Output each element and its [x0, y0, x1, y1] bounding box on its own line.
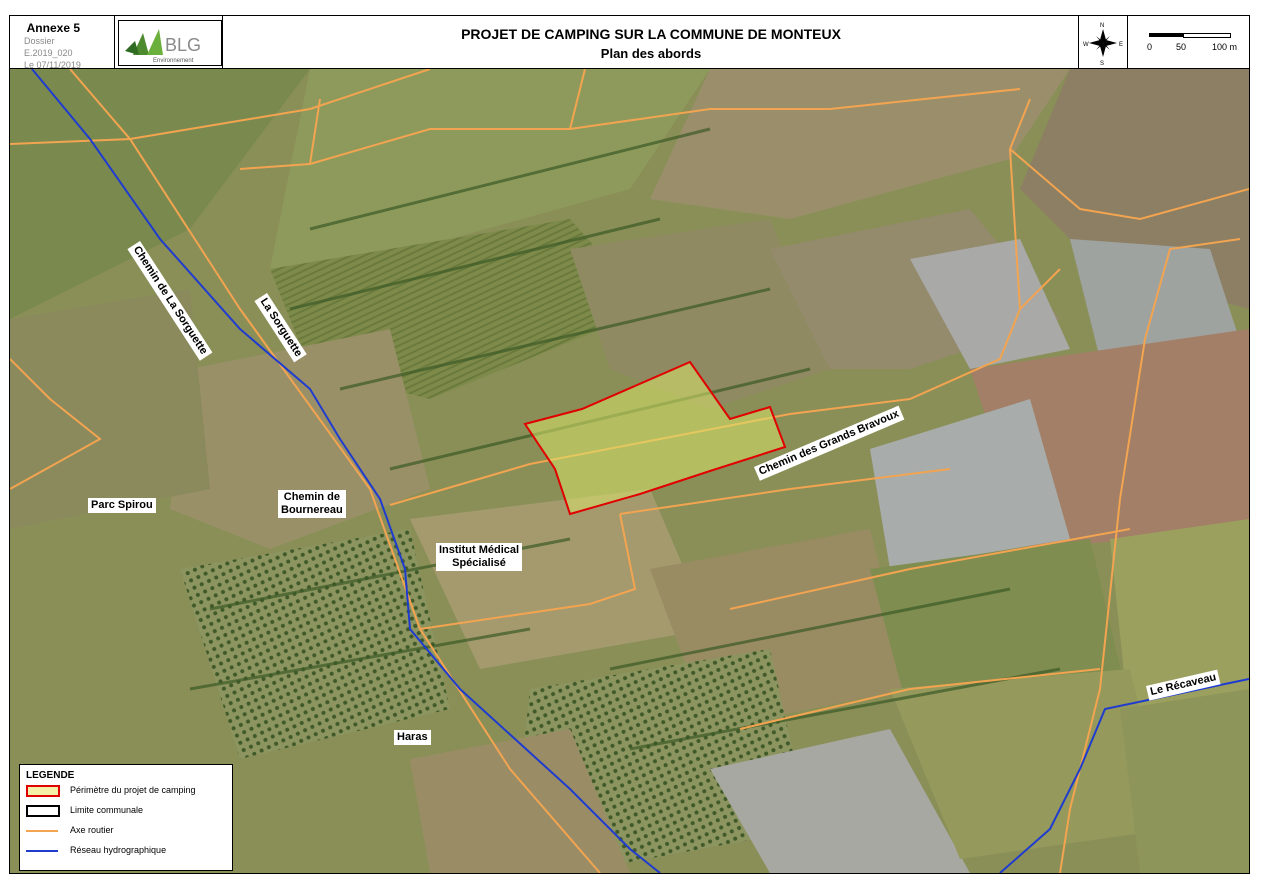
legend-water-line [26, 850, 58, 852]
svg-text:S: S [1100, 61, 1104, 67]
legend-commune-label: Limite communale [70, 805, 144, 815]
legend-road-label: Axe routier [70, 825, 114, 835]
scale-label-50: 50 [1176, 42, 1187, 52]
label-institut-line2: Spécialisé [452, 557, 506, 569]
label-institut-medical-specialise: Institut Médical Spécialisé [436, 543, 523, 571]
svg-text:W: W [1083, 42, 1089, 48]
label-bournereau-line1: Chemin de [283, 491, 340, 503]
legend-perimeter-swatch [26, 785, 60, 797]
legend-title: LEGENDE [26, 770, 75, 781]
label-chemin-de-bournereau: Chemin de Bournereau [278, 490, 346, 518]
map-legend: LEGENDE Périmètre du projet de camping L… [19, 764, 233, 871]
label-institut-line1: Institut Médical [439, 544, 520, 556]
map-subtitle: Plan des abords [600, 46, 702, 61]
blg-logo: BLG Environnement [118, 20, 222, 66]
title-block: PROJET DE CAMPING SUR LA COMMUNE DE MONT… [222, 16, 1080, 68]
logo-text: BLG [165, 35, 201, 55]
legend-road-line [26, 830, 58, 832]
annex-label: Annexe 5 [26, 21, 80, 35]
logo-subtext: Environnement [153, 58, 194, 64]
annex-box: Annexe 5 Dossier E.2019_020 Le 07/11/201… [10, 16, 115, 70]
scale-label-100: 100 m [1212, 42, 1238, 52]
aerial-map: Chemin de La Sorguette La Sorguette Chem… [10, 69, 1249, 873]
compass-rose-icon: N S W E [1078, 16, 1128, 68]
map-title: PROJET DE CAMPING SUR LA COMMUNE DE MONT… [461, 26, 841, 42]
legend-water-label: Réseau hydrographique [70, 845, 167, 855]
scale-bar: 0 50 100 m [1127, 16, 1249, 68]
legend-commune-swatch [26, 805, 60, 817]
map-canvas [10, 69, 1249, 873]
map-sheet: Annexe 5 Dossier E.2019_020 Le 07/11/201… [9, 15, 1250, 874]
legend-perimeter-label: Périmètre du projet de camping [70, 785, 196, 795]
dossier-label: Dossier E.2019_020 [24, 36, 73, 58]
scale-label-0: 0 [1147, 42, 1153, 52]
label-haras: Haras [394, 730, 431, 745]
label-bournereau-line2: Bournereau [281, 504, 343, 516]
map-header: Annexe 5 Dossier E.2019_020 Le 07/11/201… [10, 16, 1249, 70]
label-parc-spirou: Parc Spirou [88, 498, 156, 513]
svg-text:E: E [1119, 42, 1123, 48]
svg-text:N: N [1100, 23, 1104, 29]
